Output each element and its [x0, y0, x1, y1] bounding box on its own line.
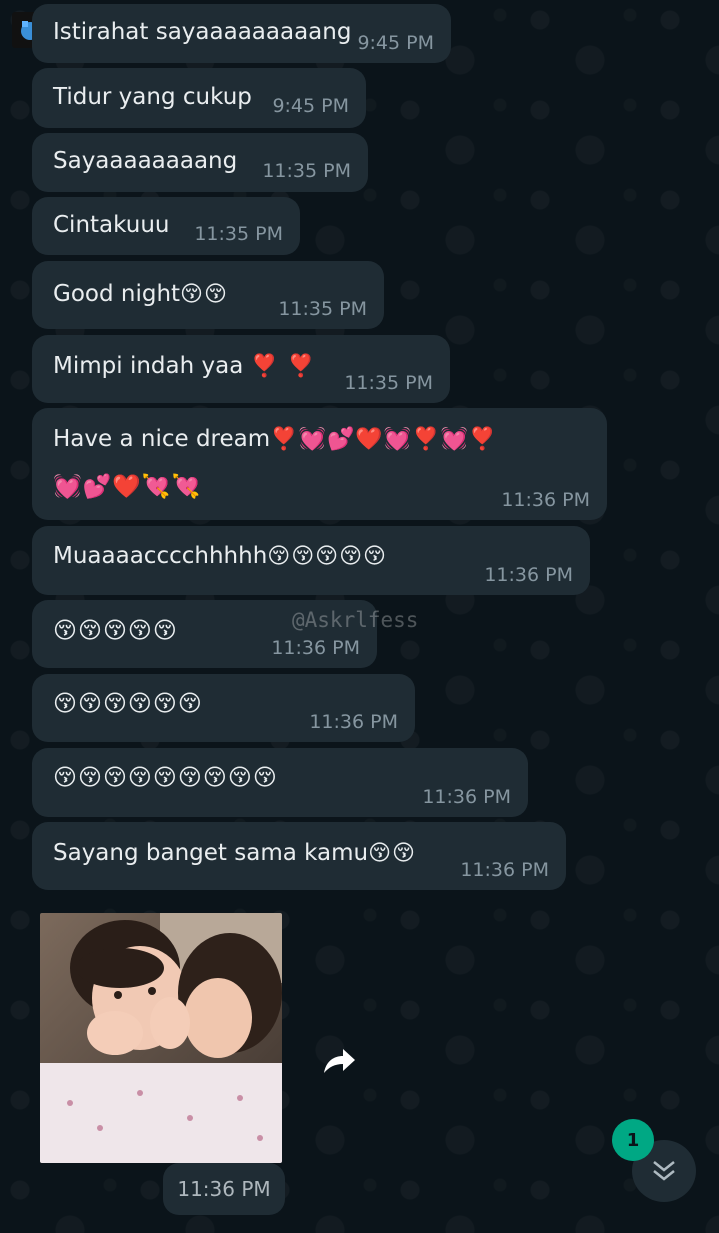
- message-bubble[interactable]: 😚😚😚😚😚😚😚😚😚 11:36 PM: [32, 748, 528, 817]
- message-text: Good night😚😚: [53, 281, 228, 307]
- message-time: 9:45 PM: [272, 95, 349, 117]
- message-time: 11:36 PM: [501, 489, 590, 511]
- message-emoji: 😚😚😚😚😚😚😚😚😚: [53, 765, 278, 791]
- message-text: Mimpi indah yaa ❣️ ❣️: [53, 353, 315, 379]
- message-time: 11:36 PM: [309, 711, 398, 733]
- message-bubble[interactable]: Istirahat sayaaaaaaaaang 9:45 PM: [32, 4, 451, 63]
- message-time: 11:35 PM: [194, 223, 283, 245]
- message-text: Cintakuuu: [53, 212, 170, 238]
- message-bubble[interactable]: Muaaaacccchhhhh😚😚😚😚😚 11:36 PM: [32, 526, 590, 595]
- image-message-time: 11:36 PM: [163, 1163, 285, 1215]
- message-time: 9:45 PM: [357, 32, 434, 54]
- message-bubble[interactable]: Sayang banget sama kamu😚😚 11:36 PM: [32, 822, 566, 890]
- message-emoji-line: 💓💕❤️💘💘: [53, 474, 202, 500]
- message-time: 11:35 PM: [278, 298, 367, 320]
- message-emoji: 😚😚: [180, 282, 228, 307]
- message-time: 11:36 PM: [460, 859, 549, 881]
- message-text: Have a nice dream❣️💓💕❤️💓❣️💓❣️: [53, 426, 497, 452]
- chevron-double-down-icon: [653, 1161, 675, 1181]
- message-bubble[interactable]: Good night😚😚 11:35 PM: [32, 261, 384, 329]
- message-time: 11:35 PM: [262, 160, 351, 182]
- message-emoji: ❣️💓💕❤️💓❣️💓❣️: [270, 427, 498, 452]
- message-text: Istirahat sayaaaaaaaaang: [53, 19, 352, 45]
- message-text-content: Muaaaacccchhhhh: [53, 543, 268, 569]
- message-bubble[interactable]: Cintakuuu 11:35 PM: [32, 197, 300, 255]
- message-time: 11:36 PM: [271, 637, 360, 659]
- message-text: Tidur yang cukup: [53, 84, 252, 110]
- message-bubble[interactable]: 😚😚😚😚😚😚 11:36 PM: [32, 674, 415, 742]
- message-emoji: 😚😚: [368, 841, 416, 866]
- message-bubble[interactable]: Mimpi indah yaa ❣️ ❣️ 11:35 PM: [32, 335, 450, 403]
- photo-two-children-kiss: [40, 913, 282, 1163]
- message-text: Sayang banget sama kamu😚😚: [53, 840, 416, 866]
- image-message[interactable]: [40, 913, 282, 1163]
- message-emoji: ❣️ ❣️: [250, 354, 316, 379]
- forward-icon[interactable]: [318, 1045, 358, 1081]
- message-time: 11:36 PM: [422, 786, 511, 808]
- message-text-content: Good night: [53, 281, 181, 307]
- message-emoji: 😚😚😚😚😚: [53, 618, 178, 644]
- message-text-content: Have a nice dream: [53, 426, 271, 452]
- message-text-content: Mimpi indah yaa: [53, 353, 251, 379]
- message-time: 11:36 PM: [484, 564, 573, 586]
- message-text: Sayaaaaaaaang: [53, 148, 238, 174]
- message-text-content: Sayang banget sama kamu: [53, 840, 369, 866]
- watermark: @Askrlfess: [292, 608, 419, 632]
- message-text: Muaaaacccchhhhh😚😚😚😚😚: [53, 543, 387, 569]
- unread-count-badge: 1: [612, 1119, 654, 1161]
- message-bubble[interactable]: Tidur yang cukup 9:45 PM: [32, 68, 366, 128]
- message-bubble[interactable]: Sayaaaaaaaang 11:35 PM: [32, 133, 368, 192]
- message-emoji: 😚😚😚😚😚: [267, 544, 387, 569]
- message-bubble[interactable]: Have a nice dream❣️💓💕❤️💓❣️💓❣️ 💓💕❤️💘💘 11:…: [32, 408, 607, 520]
- message-emoji: 😚😚😚😚😚😚: [53, 691, 203, 717]
- message-time: 11:35 PM: [344, 372, 433, 394]
